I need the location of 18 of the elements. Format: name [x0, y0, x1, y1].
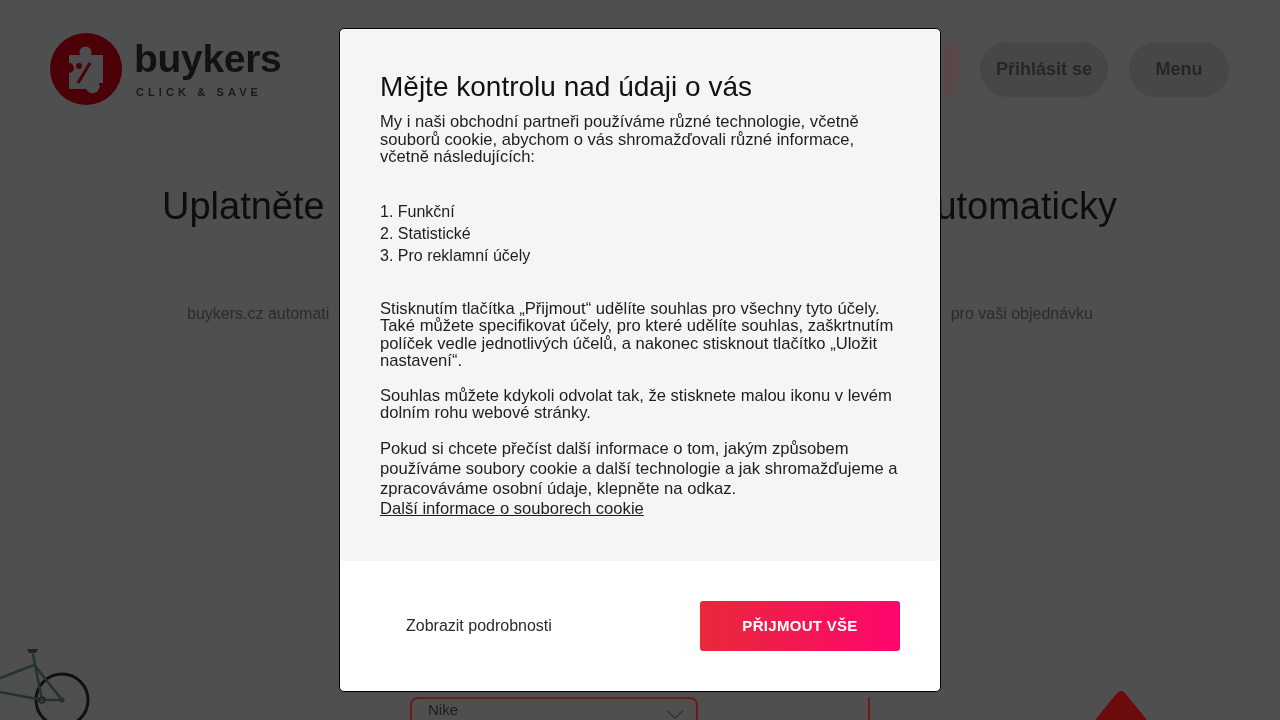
cookie-info-link[interactable]: Další informace o souborech cookie: [380, 498, 644, 518]
purpose-item: 1. Funkční: [380, 201, 455, 222]
page-heading: Uplatněte: [162, 184, 325, 228]
info-paragraph: Souhlas můžete kdykoli odvolat tak, že stisknete malou ikonu v levém dolním rohu webové stránky.: [380, 386, 893, 422]
logo-wordmark: buykers: [134, 39, 282, 79]
puzzle-icon: [50, 33, 122, 105]
purpose-item: 2. Statistické: [380, 223, 471, 244]
accept-all-button[interactable]: PŘIJMOUT VŠE: [700, 600, 900, 651]
info-paragraph: Stisknutím tlačítka „Přijmout“ udělíte souhlas pro všechny tyto účely. Také můžete specifikovat účely, pro které udělíte souhlas, zaškrtnutím políček vedle jednotlivých účelů, a nakonec stisknout tlačítko „Uložit nastavení“.: [380, 299, 895, 370]
nav-button[interactable]: [942, 41, 959, 97]
details-button[interactable]: Zobrazit podrobnosti: [380, 602, 578, 649]
intro-paragraph: My i naši obchodní partneři používáme různé technologie, včetně souborů cookie, abychom o vás shromažďovali různé informace, včetně následujících:: [380, 113, 860, 166]
purpose-item: 3. Pro reklamní účely: [380, 245, 531, 266]
page-heading: utomaticky: [935, 184, 1117, 228]
chevron-down-icon: [666, 710, 684, 719]
dialog-title: Mějte kontrolu nad údaji o vás: [380, 70, 753, 104]
info-paragraph: Pokud si chcete přečíst další informace o tom, jakým způsobem používáme soubory cookie a další technologie a jak shromažďujeme a zpracováváme osobní údaje, klepněte na odkaz. Další informace o souborech cookie: [380, 438, 899, 519]
triangle-icon: [1095, 690, 1147, 720]
